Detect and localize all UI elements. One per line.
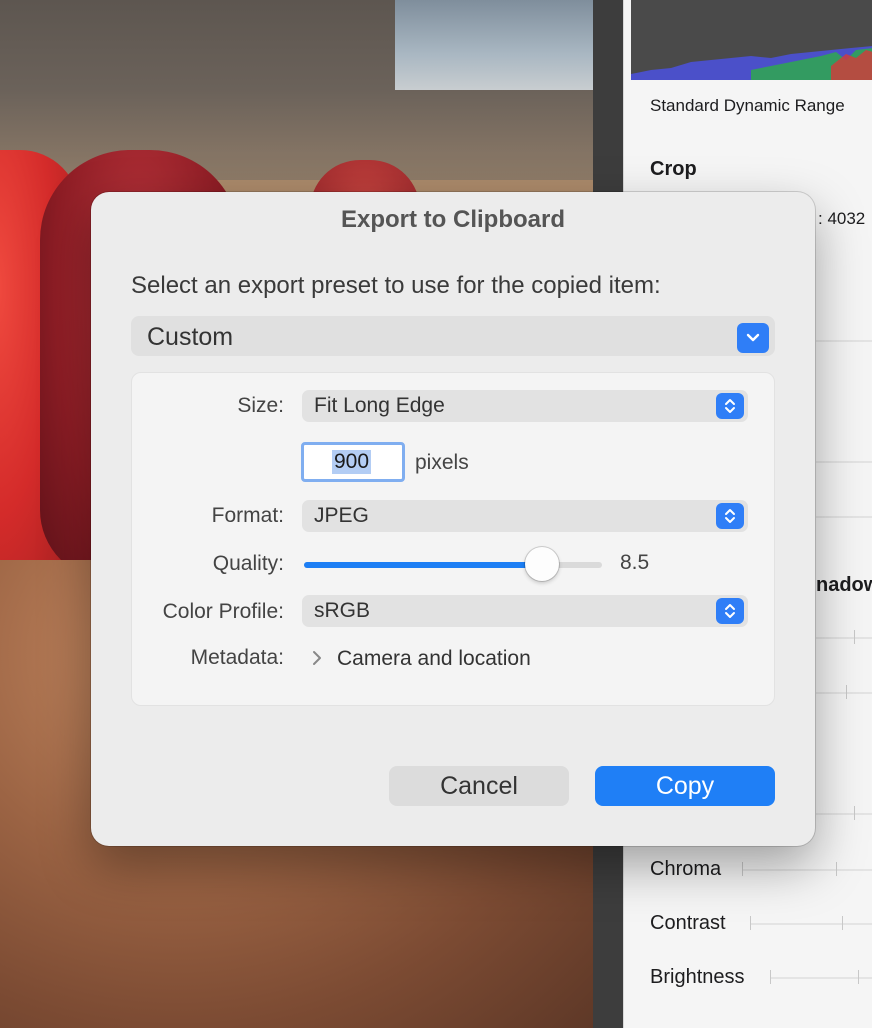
disclosure-chevron-icon[interactable] — [312, 650, 322, 671]
pixels-field[interactable]: 900 — [301, 442, 405, 482]
slider-tick — [742, 862, 743, 876]
up-down-chevron-icon — [716, 598, 744, 624]
slider-tick — [770, 970, 771, 984]
quality-label: Quality: — [212, 552, 284, 575]
contrast-label: Contrast — [650, 912, 726, 934]
metadata-label: Metadata: — [190, 646, 284, 669]
cancel-button[interactable]: Cancel — [389, 766, 569, 806]
histogram — [631, 0, 872, 80]
adjustment-slider[interactable] — [816, 692, 872, 694]
preset-value: Custom — [147, 323, 234, 351]
dialog-title: Export to Clipboard — [341, 206, 565, 233]
adjustment-slider[interactable] — [816, 516, 872, 518]
brightness-label: Brightness — [650, 966, 745, 988]
slider-center-tick — [842, 916, 843, 930]
pixels-value: 900 — [332, 450, 372, 474]
export-to-clipboard-dialog: Export to Clipboard Select an export pre… — [91, 192, 815, 846]
up-down-chevron-icon — [716, 503, 744, 529]
brightness-slider[interactable] — [770, 977, 872, 979]
color-profile-value: sRGB — [314, 599, 371, 622]
slider-center-tick — [846, 685, 847, 699]
slider-center-tick — [836, 862, 837, 876]
up-down-chevron-icon — [716, 393, 744, 419]
copy-button[interactable]: Copy — [595, 766, 775, 806]
contrast-slider[interactable] — [750, 923, 872, 925]
color-profile-popup[interactable]: sRGB — [302, 595, 748, 627]
crop-dimensions: : 4032 — [818, 209, 866, 228]
slider-center-tick — [854, 630, 855, 644]
slider-center-tick — [854, 806, 855, 820]
quality-value: 8.5 — [620, 551, 650, 574]
chroma-slider[interactable] — [742, 869, 872, 871]
size-value: Fit Long Edge — [314, 394, 445, 417]
format-popup[interactable]: JPEG — [302, 500, 748, 532]
photo-background-sign — [395, 0, 593, 90]
shadows-heading: nadow — [816, 574, 872, 596]
quality-slider-knob[interactable] — [525, 547, 559, 581]
adjustment-slider[interactable] — [816, 637, 872, 639]
adjustment-slider[interactable] — [816, 461, 872, 463]
adjustment-slider[interactable] — [816, 813, 872, 815]
dynamic-range-label: Standard Dynamic Range — [650, 96, 845, 115]
preset-prompt: Select an export preset to use for the c… — [131, 272, 661, 299]
slider-tick — [750, 916, 751, 930]
crop-heading: Crop — [650, 158, 697, 180]
color-profile-label: Color Profile: — [162, 600, 284, 623]
quality-slider-fill — [304, 562, 542, 568]
format-label: Format: — [211, 504, 284, 527]
pixels-unit: pixels — [415, 451, 469, 474]
quality-slider[interactable] — [304, 547, 602, 581]
chroma-label: Chroma — [650, 858, 722, 880]
preset-dropdown[interactable]: Custom — [131, 316, 775, 356]
format-value: JPEG — [314, 504, 369, 527]
slider-center-tick — [858, 970, 859, 984]
size-label: Size: — [237, 394, 284, 417]
chevron-down-icon[interactable] — [737, 323, 769, 353]
export-settings-group: Size: Fit Long Edge 900 pixels Format: J… — [131, 372, 775, 706]
adjustment-slider[interactable] — [816, 340, 872, 342]
size-popup[interactable]: Fit Long Edge — [302, 390, 748, 422]
metadata-value[interactable]: Camera and location — [337, 647, 531, 671]
